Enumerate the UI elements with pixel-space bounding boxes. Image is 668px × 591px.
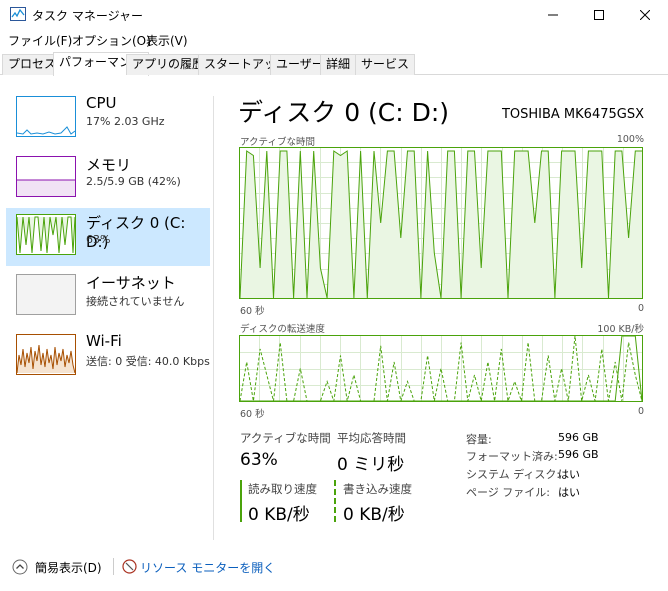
write-speed-label: 書き込み速度: [343, 482, 412, 496]
menu-bar: ファイル(F) オプション(O) 表示(V): [0, 30, 668, 50]
maximize-button[interactable]: [576, 0, 622, 30]
read-speed-indicator: [240, 480, 242, 522]
memory-mini-chart: [17, 179, 75, 196]
open-resource-monitor-link[interactable]: リソース モニターを開く: [140, 559, 275, 576]
sidebar-item-subtext: 2.5/5.9 GB (42%): [86, 175, 181, 188]
title-bar: タスク マネージャー: [0, 0, 668, 30]
wifi-mini-chart: [16, 344, 76, 374]
sidebar-item-ethernet[interactable]: イーサネット 接続されていません: [6, 268, 210, 326]
tab-services[interactable]: サービス: [355, 54, 416, 75]
read-speed-label: 読み取り速度: [248, 482, 317, 496]
avg-response-value: 0 ミリ秒: [337, 455, 405, 475]
page-title: ディスク 0 (C: D:): [238, 98, 450, 127]
graph1-time-left: 60 秒: [240, 306, 265, 317]
cpu-thumbnail-graph: [16, 96, 76, 137]
graph1-time-right: 0: [637, 303, 644, 314]
graph2-time-left: 60 秒: [240, 409, 265, 420]
page-file-label: ページ ファイル:: [466, 486, 550, 499]
disk-thumbnail-graph: [16, 214, 76, 255]
minimize-icon: [548, 14, 558, 16]
capacity-value: 596 GB: [558, 431, 599, 444]
sidebar-item-label: Wi-Fi: [86, 332, 122, 350]
wifi-thumbnail-graph: [16, 334, 76, 375]
fewer-details-link[interactable]: 簡易表示(D): [35, 559, 102, 576]
menu-file[interactable]: ファイル(F): [8, 32, 72, 49]
sidebar-item-label: イーサネット: [86, 274, 176, 292]
avg-response-label: 平均応答時間: [337, 431, 406, 445]
footer-divider: [113, 558, 114, 575]
sidebar-item-memory[interactable]: メモリ 2.5/5.9 GB (42%): [6, 150, 210, 208]
window-title: タスク マネージャー: [32, 9, 143, 23]
cpu-mini-chart: [16, 126, 76, 135]
graph2-max: 100 KB/秒: [597, 324, 644, 335]
sidebar-item-subtext: 63%: [86, 233, 111, 246]
system-disk-value: はい: [558, 468, 580, 481]
formatted-value: 596 GB: [558, 448, 599, 461]
formatted-label: フォーマット済み:: [466, 450, 558, 463]
disk-model-name: TOSHIBA MK6475GSX: [501, 107, 644, 122]
footer-bar: 簡易表示(D) リソース モニターを開く: [0, 548, 668, 584]
system-disk-label: システム ディスク:: [466, 468, 561, 481]
capacity-label: 容量:: [466, 433, 492, 446]
page-file-value: はい: [558, 486, 580, 499]
menu-view[interactable]: 表示(V): [146, 32, 188, 49]
fewer-details-button[interactable]: [12, 559, 28, 575]
transfer-rate-graph: [239, 335, 643, 402]
resource-monitor-icon: [122, 559, 137, 574]
tab-bar: プロセス パフォーマンス アプリの履歴 スタートアップ ユーザー 詳細 サービス: [0, 52, 668, 76]
sidebar-item-subtext: 接続されていません: [86, 295, 185, 308]
ethernet-thumbnail-graph: [16, 274, 76, 315]
write-speed-value: 0 KB/秒: [343, 505, 405, 525]
sidebar-item-cpu[interactable]: CPU 17% 2.03 GHz: [6, 90, 210, 148]
disk-mini-chart: [16, 216, 76, 254]
sidebar-item-subtext: 17% 2.03 GHz: [86, 115, 165, 128]
chevron-up-circle-icon: [12, 559, 28, 575]
close-button[interactable]: [622, 0, 668, 30]
read-speed-value: 0 KB/秒: [248, 505, 310, 525]
memory-thumbnail-graph: [16, 156, 76, 197]
sidebar-item-label: メモリ: [86, 156, 132, 174]
sidebar-item-subtext: 送信: 0 受信: 40.0 Kbps: [86, 355, 210, 368]
active-time-label: アクティブな時間: [240, 431, 331, 445]
active-time-graph: [239, 147, 643, 299]
sidebar-divider: [213, 96, 214, 540]
sidebar-item-label: CPU: [86, 94, 117, 112]
minimize-button[interactable]: [530, 0, 576, 30]
close-icon: [640, 10, 650, 20]
graph2-title: ディスクの転送速度: [240, 324, 325, 335]
graph1-max: 100%: [616, 134, 644, 145]
graph1-title: アクティブな時間: [240, 137, 315, 148]
menu-options[interactable]: オプション(O): [72, 32, 151, 49]
active-time-value: 63%: [240, 450, 278, 470]
sidebar-item-disk[interactable]: ディスク 0 (C: D:) 63%: [6, 208, 210, 266]
maximize-icon: [594, 10, 604, 20]
task-manager-icon: [10, 7, 26, 21]
tab-details[interactable]: 詳細: [320, 54, 357, 75]
sidebar-item-wifi[interactable]: Wi-Fi 送信: 0 受信: 40.0 Kbps: [6, 328, 210, 386]
write-speed-indicator: [334, 480, 336, 522]
graph2-time-right: 0: [637, 406, 644, 417]
